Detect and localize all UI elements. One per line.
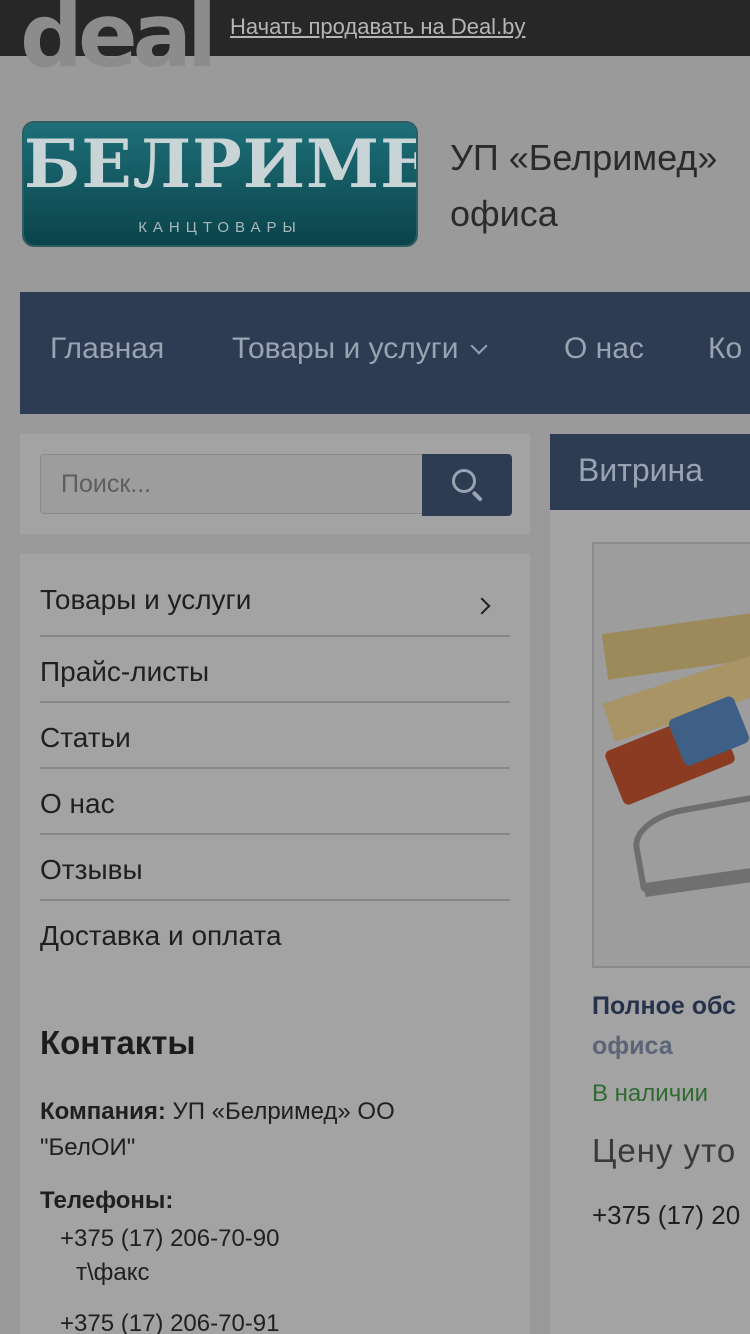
tab-showcase-label: Витрина — [578, 452, 704, 488]
sidebar-item-products[interactable]: Товары и услуги — [40, 564, 510, 637]
product-name-line2: офиса — [592, 1032, 673, 1060]
sidebar-item-articles[interactable]: Статьи — [40, 703, 510, 769]
nav-item-label: О нас — [564, 332, 644, 365]
sidebar-item-label: Товары и услуги — [40, 584, 252, 615]
sidebar-item-label: Статьи — [40, 722, 131, 753]
company-label: Компания: — [40, 1098, 166, 1125]
nav-item-about[interactable]: О нас — [564, 332, 644, 366]
showcase-panel: Полное обс офиса В наличии Цену уто +375… — [550, 510, 750, 1334]
sidebar-item-label: Прайс-листы — [40, 656, 210, 687]
sidebar-item-label: О нас — [40, 788, 115, 819]
sidebar-menu: Товары и услуги Прайс-листы Статьи О нас… — [40, 564, 510, 967]
sidebar-item-delivery[interactable]: Доставка и оплата — [40, 901, 510, 967]
chevron-down-icon — [470, 337, 487, 355]
company-title-line2: офиса — [450, 193, 558, 234]
search-icon — [452, 469, 476, 493]
logo-main-text: БЕЛРИМЕД — [24, 125, 416, 203]
nav-item-products[interactable]: Товары и услуги — [232, 332, 487, 366]
company-value: УП «Белримед» ОО — [165, 1098, 395, 1125]
product-image[interactable] — [592, 542, 750, 968]
nav-item-label: Ко — [708, 332, 743, 365]
sidebar-item-reviews[interactable]: Отзывы — [40, 835, 510, 901]
start-selling-link[interactable]: Начать продавать на Deal.by — [230, 14, 525, 40]
phones-label: Телефоны: — [40, 1187, 174, 1214]
sidebar-item-label: Отзывы — [40, 854, 143, 885]
logo-sub-text: КАНЦТОВАРЫ — [138, 219, 302, 236]
site-header: БЕЛРИМЕД КАНЦТОВАРЫ УП «Белримед» офиса — [0, 56, 750, 292]
contact-phones-label: Телефоны: — [40, 1183, 173, 1219]
chevron-right-icon — [473, 597, 491, 615]
price-text: Цену уто — [592, 1132, 737, 1169]
nav-item-contacts[interactable]: Ко — [708, 332, 742, 366]
top-bar: deal Начать продавать на Deal.by — [0, 0, 750, 80]
nav-item-label: Главная — [50, 332, 165, 365]
contact-company-cont: "БелОИ" — [40, 1134, 136, 1161]
main-nav: Главная Товары и услуги О нас Ко — [20, 292, 750, 414]
contacts-title: Контакты — [40, 1024, 196, 1061]
product-name-link[interactable]: Полное обс офиса — [592, 986, 750, 1066]
search-button[interactable] — [422, 454, 512, 516]
nav-item-label: Товары и услуги — [232, 332, 459, 365]
product-phone[interactable]: +375 (17) 20 — [592, 1200, 740, 1231]
contact-company: Компания: УП «Белримед» ОО — [40, 1094, 395, 1130]
company-logo[interactable]: БЕЛРИМЕД КАНЦТОВАРЫ — [24, 123, 416, 245]
stock-status: В наличии — [592, 1080, 709, 1107]
search-panel — [20, 434, 530, 534]
nav-item-home[interactable]: Главная — [50, 332, 164, 366]
company-title: УП «Белримед» офиса — [450, 130, 750, 242]
sidebar-item-label: Доставка и оплата — [40, 920, 282, 951]
sidebar-item-about[interactable]: О нас — [40, 769, 510, 835]
company-title-line1: УП «Белримед» — [450, 137, 718, 178]
search-icon-handle — [471, 490, 483, 502]
search-input[interactable] — [40, 454, 422, 514]
contact-phone-1-note: т\факс — [76, 1259, 150, 1286]
tab-showcase[interactable]: Витрина — [550, 434, 750, 510]
product-name-line1: Полное обс — [592, 992, 737, 1020]
contact-phone-2[interactable]: +375 (17) 206-70-91 — [60, 1306, 280, 1334]
sidebar-panel: Товары и услуги Прайс-листы Статьи О нас… — [20, 554, 530, 1334]
contact-phone-1[interactable]: +375 (17) 206-70-90 — [60, 1221, 280, 1257]
sidebar-item-price-lists[interactable]: Прайс-листы — [40, 637, 510, 703]
